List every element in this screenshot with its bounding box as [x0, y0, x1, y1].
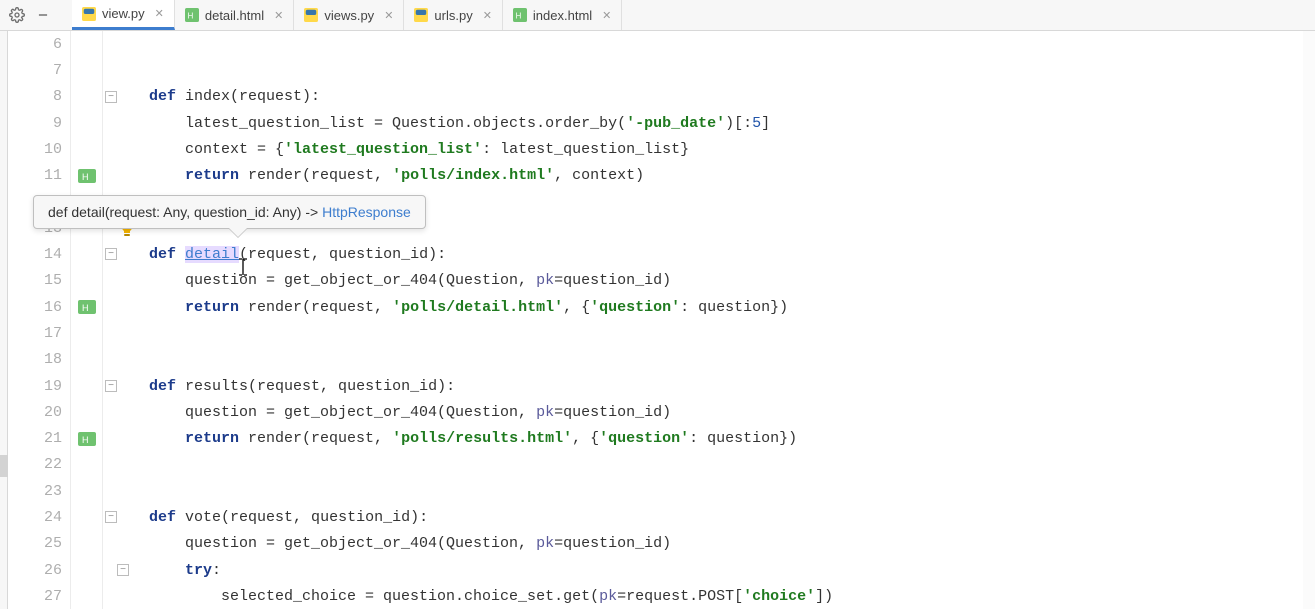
fold-toggle-icon[interactable]: − — [105, 380, 117, 392]
line-number[interactable]: 21 — [7, 426, 62, 452]
code-line[interactable]: question = get_object_or_404(Question, p… — [141, 268, 671, 294]
code-line[interactable]: latest_question_list = Question.objects.… — [141, 110, 770, 136]
code-line[interactable]: try: — [141, 557, 221, 583]
close-icon[interactable]: ✕ — [483, 9, 492, 22]
line-number[interactable]: 23 — [7, 478, 62, 504]
tab-detail-html[interactable]: H detail.html ✕ — [175, 0, 294, 30]
line-number[interactable]: 7 — [7, 57, 62, 83]
fold-toggle-icon[interactable]: − — [105, 511, 117, 523]
code-line[interactable]: return render(request, 'polls/index.html… — [141, 163, 644, 189]
close-icon[interactable]: ✕ — [602, 9, 611, 22]
python-file-icon — [414, 8, 428, 22]
close-icon[interactable]: ✕ — [274, 9, 283, 22]
html-file-icon: H — [513, 8, 527, 22]
code-line[interactable]: question = get_object_or_404(Question, p… — [141, 399, 671, 425]
code-line[interactable] — [141, 478, 149, 504]
line-number-gutter: 6 7 8 9 10 11 12 13 14 15 16 17 18 19 20… — [8, 31, 71, 609]
fold-toggle-icon[interactable]: − — [117, 564, 129, 576]
tab-label: views.py — [324, 8, 374, 23]
code-editor[interactable]: def index(request): latest_question_list… — [141, 31, 1315, 609]
template-link-icon[interactable]: H — [78, 169, 96, 183]
icon-gutter: H H H — [71, 31, 103, 609]
code-line[interactable]: def vote(request, question_id): — [141, 504, 428, 530]
line-number[interactable]: 27 — [7, 583, 62, 609]
svg-text:H: H — [82, 172, 89, 182]
fold-gutter: − − − − − — [103, 31, 141, 609]
line-number[interactable]: 24 — [7, 504, 62, 530]
signature-tooltip: def detail(request: Any, question_id: An… — [33, 195, 426, 229]
line-number[interactable]: 17 — [7, 320, 62, 346]
code-line[interactable]: def index(request): — [141, 84, 320, 110]
tab-views-py[interactable]: views.py ✕ — [294, 0, 404, 30]
svg-text:H: H — [187, 12, 193, 21]
code-line[interactable]: selected_choice = question.choice_set.ge… — [141, 583, 833, 609]
html-file-icon: H — [185, 8, 199, 22]
tooltip-text: def detail(request: Any, question_id: An… — [48, 204, 322, 220]
tab-view-py[interactable]: view.py ✕ — [72, 0, 175, 30]
svg-text:H: H — [82, 303, 89, 313]
tab-bar: view.py ✕ H detail.html ✕ views.py ✕ url… — [72, 0, 1315, 31]
line-number[interactable]: 11 — [7, 163, 62, 189]
line-number[interactable]: 19 — [7, 373, 62, 399]
line-number[interactable]: 20 — [7, 399, 62, 425]
line-number[interactable]: 15 — [7, 268, 62, 294]
line-number[interactable]: 22 — [7, 452, 62, 478]
tab-label: urls.py — [434, 8, 472, 23]
line-number[interactable]: 18 — [7, 347, 62, 373]
code-line[interactable]: return render(request, 'polls/results.ht… — [141, 426, 797, 452]
tab-label: detail.html — [205, 8, 264, 23]
code-line[interactable]: context = {'latest_question_list': lates… — [141, 136, 689, 162]
template-link-icon[interactable]: H — [78, 300, 96, 314]
python-file-icon — [304, 8, 318, 22]
code-line[interactable] — [141, 57, 149, 83]
line-number[interactable]: 16 — [7, 294, 62, 320]
svg-text:H: H — [82, 435, 89, 445]
gear-icon[interactable] — [8, 6, 26, 24]
code-line[interactable] — [141, 452, 149, 478]
line-number[interactable]: 10 — [7, 136, 62, 162]
line-number[interactable]: 6 — [7, 31, 62, 57]
line-number[interactable]: 9 — [7, 110, 62, 136]
tab-label: index.html — [533, 8, 592, 23]
tab-index-html[interactable]: H index.html ✕ — [503, 0, 622, 30]
code-line[interactable] — [141, 347, 149, 373]
fold-toggle-icon[interactable]: − — [105, 91, 117, 103]
svg-text:H: H — [516, 12, 522, 21]
code-line[interactable] — [141, 31, 149, 57]
code-line[interactable]: return render(request, 'polls/detail.htm… — [141, 294, 788, 320]
minimize-icon[interactable] — [34, 6, 52, 24]
tab-label: view.py — [102, 6, 145, 21]
code-line[interactable]: question = get_object_or_404(Question, p… — [141, 531, 671, 557]
python-file-icon — [82, 7, 96, 21]
code-line[interactable]: def results(request, question_id): — [141, 373, 455, 399]
tab-urls-py[interactable]: urls.py ✕ — [404, 0, 503, 30]
line-number[interactable]: 25 — [7, 531, 62, 557]
close-icon[interactable]: ✕ — [384, 9, 393, 22]
tooltip-return-type-link[interactable]: HttpResponse — [322, 204, 411, 220]
symbol-detail[interactable]: detail — [185, 246, 239, 263]
vertical-scrollbar[interactable] — [1303, 31, 1315, 609]
code-line[interactable] — [141, 320, 149, 346]
toolbar — [0, 0, 72, 31]
line-number[interactable]: 8 — [7, 84, 62, 110]
template-link-icon[interactable]: H — [78, 432, 96, 446]
fold-toggle-icon[interactable]: − — [105, 248, 117, 260]
close-icon[interactable]: ✕ — [155, 7, 164, 20]
code-line[interactable]: def detail(request, question_id): — [141, 241, 446, 267]
line-number[interactable]: 26 — [7, 557, 62, 583]
line-number[interactable]: 14 — [7, 241, 62, 267]
